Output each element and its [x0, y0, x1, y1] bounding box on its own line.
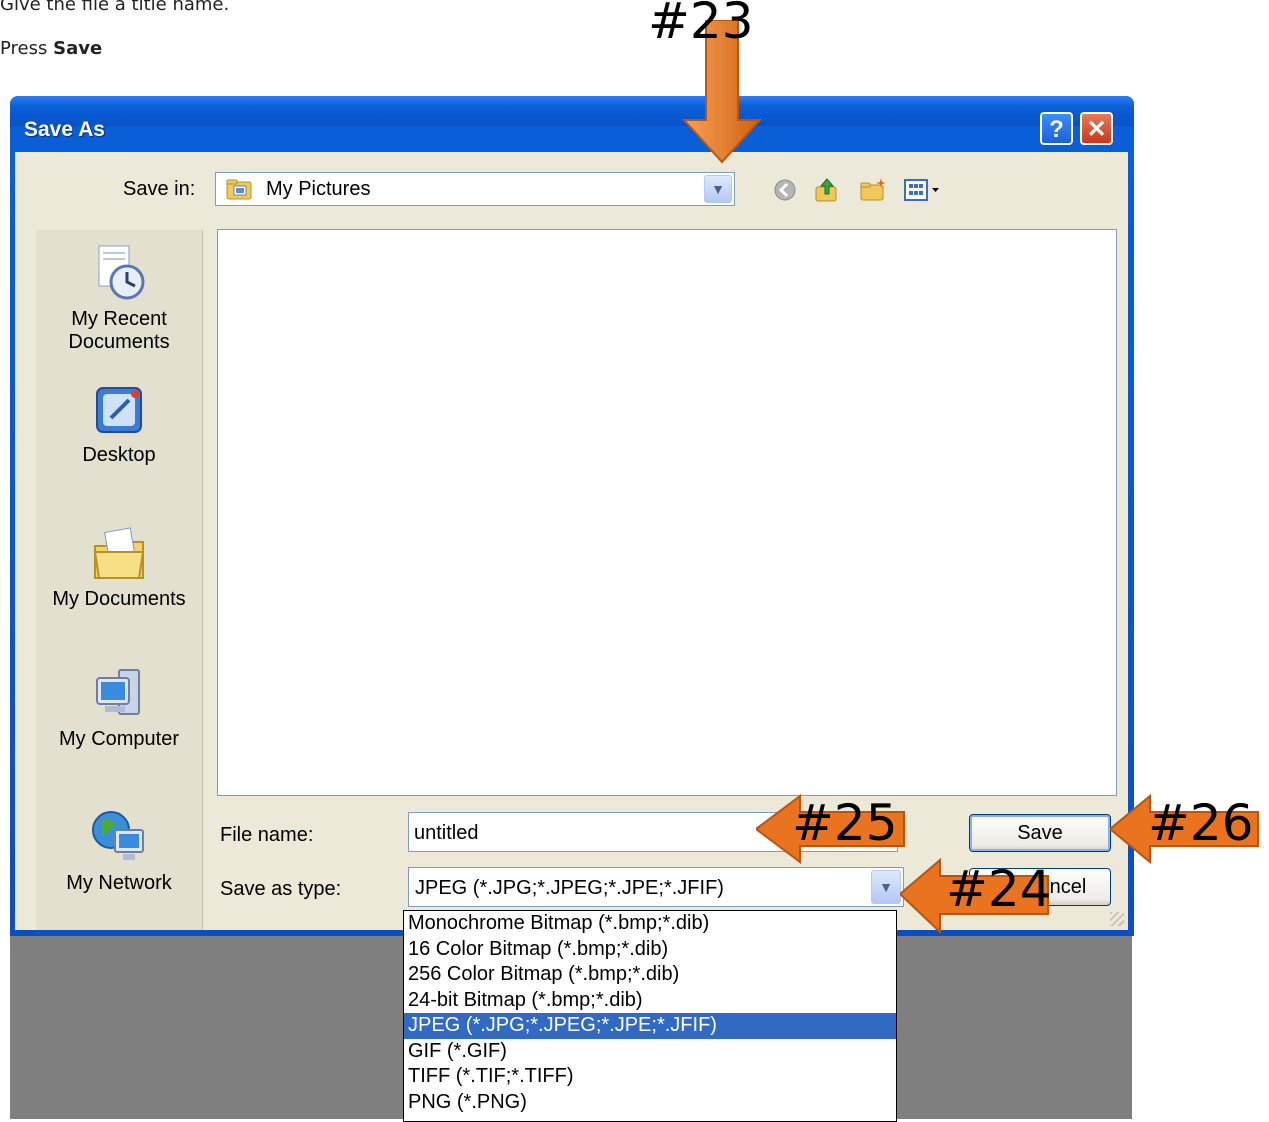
type-option[interactable]: GIF (*.GIF): [404, 1039, 896, 1065]
title-bar[interactable]: Save As ? ✕: [10, 96, 1134, 145]
annotation-26: #26: [1148, 794, 1254, 852]
places-bar: My Recent Documents Desktop My Documents…: [36, 230, 203, 930]
recent-documents-icon: [98, 245, 145, 300]
close-button[interactable]: ✕: [1080, 112, 1113, 145]
type-option[interactable]: PNG (*.PNG): [404, 1090, 896, 1116]
cancel-button-label: ncel: [1049, 876, 1087, 898]
place-my-computer[interactable]: My Computer: [36, 664, 202, 751]
place-desktop[interactable]: Desktop: [36, 384, 202, 467]
pictures-folder-icon: [226, 179, 252, 200]
type-option[interactable]: 24-bit Bitmap (*.bmp;*.dib): [404, 988, 896, 1014]
save-as-type-value: JPEG (*.JPG;*.JPEG;*.JPE;*.JFIF): [415, 877, 724, 899]
up-folder-icon[interactable]: [813, 176, 841, 204]
place-my-recent-documents[interactable]: My Recent Documents: [36, 242, 202, 354]
my-computer-icon: [96, 669, 140, 715]
type-option[interactable]: 16 Color Bitmap (*.bmp;*.dib): [404, 937, 896, 963]
annotation-24: #24: [946, 860, 1052, 918]
dialog-body: Save in: My Pictures ▼ My Recent Documen…: [15, 152, 1128, 930]
place-my-documents[interactable]: My Documents: [36, 522, 202, 611]
navigation-toolbar: [771, 174, 961, 206]
my-network-icon: [92, 811, 144, 860]
save-as-dialog: Save As ? ✕ Save in: My Pictures ▼ My Re…: [10, 96, 1134, 936]
help-button[interactable]: ?: [1040, 112, 1073, 145]
place-label: My Recent: [71, 308, 167, 330]
place-label: My Computer: [58, 728, 180, 750]
file-name-label: File name:: [220, 824, 314, 846]
chevron-down-icon: ▼: [711, 181, 725, 197]
save-as-type-dropdown-button[interactable]: ▼: [871, 870, 901, 904]
chevron-down-icon: ▼: [879, 879, 893, 895]
place-label-line2: Documents: [68, 331, 170, 353]
save-in-label: Save in:: [123, 178, 196, 200]
back-icon[interactable]: [771, 176, 799, 204]
desktop-icon: [96, 387, 142, 433]
instruction-line-2: Press Save: [0, 38, 102, 59]
type-option-selected[interactable]: JPEG (*.JPG;*.JPEG;*.JPE;*.JFIF): [404, 1013, 896, 1039]
annotation-25: #25: [792, 794, 898, 852]
place-label: Desktop: [82, 444, 156, 466]
instruction-prefix: Press: [0, 38, 54, 59]
instruction-bold-save: Save: [53, 38, 103, 59]
type-option[interactable]: TIFF (*.TIF;*.TIFF): [404, 1064, 896, 1090]
type-option[interactable]: 256 Color Bitmap (*.bmp;*.dib): [404, 962, 896, 988]
place-my-network[interactable]: My Network: [36, 806, 202, 895]
save-as-type-combobox[interactable]: JPEG (*.JPG;*.JPEG;*.JPE;*.JFIF) ▼: [408, 867, 904, 907]
resize-grip[interactable]: [1110, 912, 1124, 926]
views-menu-icon[interactable]: [903, 176, 943, 204]
save-in-value: My Pictures: [266, 178, 371, 200]
place-label: My Documents: [52, 588, 186, 610]
dialog-title: Save As: [24, 118, 105, 141]
save-as-type-label: Save as type:: [220, 878, 342, 900]
save-in-dropdown-button[interactable]: ▼: [704, 175, 732, 203]
my-documents-icon: [93, 527, 145, 579]
save-as-type-dropdown-list: Monochrome Bitmap (*.bmp;*.dib) 16 Color…: [403, 910, 897, 1122]
annotation-23: #23: [648, 0, 754, 50]
instruction-line-1: Give the file a title name.: [0, 0, 230, 15]
new-folder-icon[interactable]: [859, 176, 887, 204]
place-label: My Network: [66, 872, 172, 894]
type-option[interactable]: Monochrome Bitmap (*.bmp;*.dib): [404, 911, 896, 937]
save-button[interactable]: Save: [969, 814, 1111, 852]
save-in-combobox[interactable]: My Pictures ▼: [215, 172, 735, 206]
file-list-view[interactable]: [217, 229, 1117, 796]
